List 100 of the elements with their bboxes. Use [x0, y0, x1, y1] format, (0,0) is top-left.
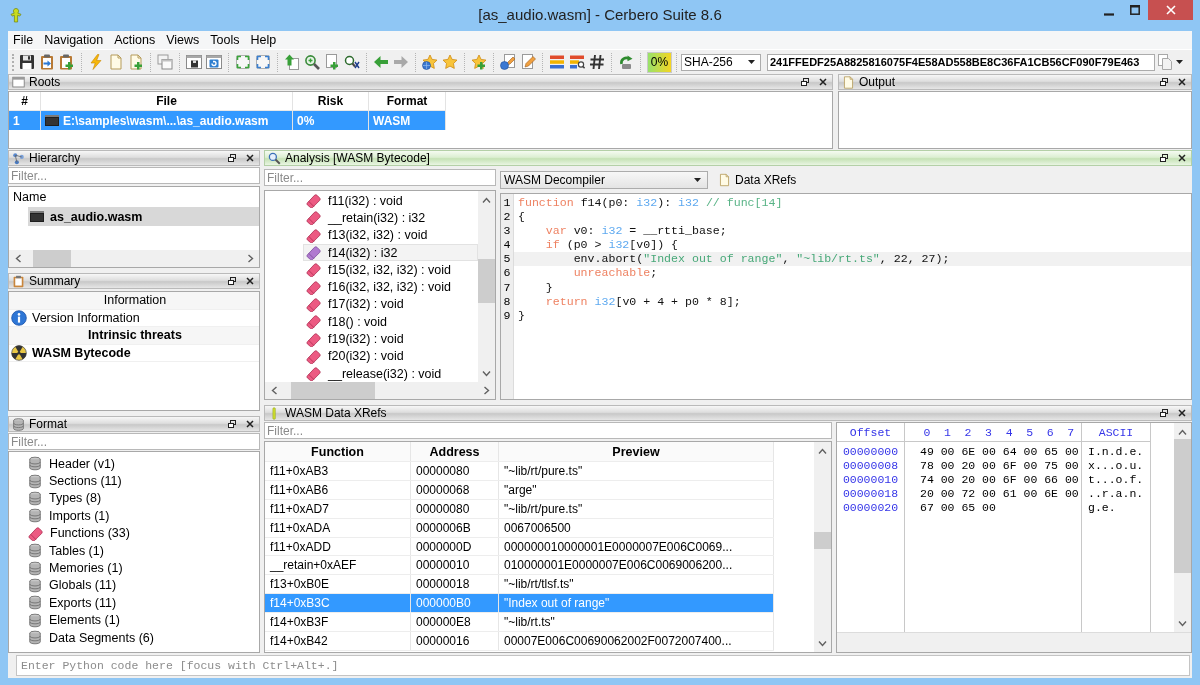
restore-icon[interactable]: [801, 78, 809, 86]
hash-field[interactable]: 241FFEDF25A8825816075F4E58AD558BE8C36FA1CB56CF090F79E463: [767, 53, 1155, 71]
summary-item[interactable]: WASM Bytecode: [9, 344, 259, 362]
list-item[interactable]: f15(i32, i32, i32) : void: [303, 261, 478, 279]
color-bars-icon[interactable]: [549, 54, 565, 70]
table-row[interactable]: f11+0xAD7 00000080 "~lib/rt/pure.ts": [265, 499, 774, 519]
table-row[interactable]: __retain+0xAEF 00000010 010000001E0000007E006C0069006200...: [265, 556, 774, 576]
chevron-down-icon[interactable]: [818, 641, 827, 647]
filter-field[interactable]: Filter...: [264, 169, 496, 186]
menu-item[interactable]: Actions: [109, 32, 161, 48]
chevron-up-icon[interactable]: [482, 197, 491, 203]
tree-item[interactable]: Exports (11): [9, 594, 259, 612]
list-item[interactable]: f20(i32) : void: [303, 347, 478, 365]
hash-algorithm-combo[interactable]: SHA-256: [681, 53, 761, 71]
close-icon[interactable]: [246, 420, 254, 428]
tree-item[interactable]: Imports (1): [9, 507, 259, 525]
page-arrow-icon[interactable]: [284, 54, 300, 70]
menu-item[interactable]: Navigation: [39, 32, 109, 48]
restore-icon[interactable]: [1160, 409, 1168, 417]
menu-item[interactable]: Views: [161, 32, 205, 48]
column-header[interactable]: Address: [411, 442, 499, 461]
scroll-thumb[interactable]: [814, 532, 831, 549]
scroll-thumb[interactable]: [478, 259, 495, 303]
table-row[interactable]: f11+0xADD 0000000D 000000010000001E0000007E006C0069...: [265, 537, 774, 557]
list-item[interactable]: f13(i32, i32) : void: [303, 226, 478, 244]
clipboard-plus-icon[interactable]: [59, 54, 75, 70]
column-header[interactable]: Name: [9, 187, 259, 207]
magnifier-icon[interactable]: [344, 54, 360, 70]
table-row[interactable]: f14+0xB42 00000016 00007E006C00690062002F0072007400...: [265, 632, 774, 651]
data-xrefs-button[interactable]: Data XRefs: [715, 171, 800, 189]
table-row[interactable]: f11+0xAB3 00000080 "~lib/rt/pure.ts": [265, 462, 774, 481]
list-item[interactable]: __retain(i32) : i32: [303, 209, 478, 227]
chevron-right-icon[interactable]: [248, 254, 254, 263]
chevron-down-icon[interactable]: [1178, 621, 1187, 627]
frame-icon[interactable]: [255, 54, 271, 70]
restore-icon[interactable]: [1160, 154, 1168, 162]
chevron-up-icon[interactable]: [1178, 429, 1187, 435]
star-globe-icon[interactable]: [422, 54, 438, 70]
document-plus-icon[interactable]: [128, 54, 144, 70]
close-icon[interactable]: [1178, 154, 1186, 162]
floppy-icon[interactable]: [19, 54, 35, 70]
list-item[interactable]: f14(i32) : i32: [303, 243, 478, 262]
close-icon[interactable]: [246, 277, 254, 285]
frame-icon[interactable]: [235, 54, 251, 70]
tree-item[interactable]: Elements (1): [9, 611, 259, 629]
list-item[interactable]: f17(i32) : void: [303, 295, 478, 314]
restore-icon[interactable]: [1160, 78, 1168, 86]
menu-item[interactable]: File: [8, 32, 39, 48]
list-item[interactable]: __release(i32) : void: [303, 364, 478, 383]
scroll-thumb[interactable]: [1174, 439, 1191, 573]
star-plus-icon[interactable]: [471, 54, 487, 70]
menu-item[interactable]: Help: [245, 32, 282, 48]
column-header[interactable]: #: [9, 92, 41, 111]
back-arrow-icon[interactable]: [373, 54, 389, 70]
close-icon[interactable]: [1178, 409, 1186, 417]
close-icon[interactable]: [246, 154, 254, 162]
tree-item[interactable]: Types (8): [9, 489, 259, 508]
tree-item[interactable]: Header (v1): [9, 455, 259, 473]
list-item[interactable]: f18() : void: [303, 313, 478, 331]
list-item[interactable]: f19(i32) : void: [303, 330, 478, 348]
scrollbar[interactable]: [478, 191, 495, 382]
scrollbar[interactable]: [1174, 423, 1191, 632]
filter-field[interactable]: Filter...: [264, 422, 832, 439]
column-header[interactable]: File: [41, 92, 293, 111]
chevron-down-icon[interactable]: [482, 371, 491, 377]
scroll-thumb[interactable]: [33, 250, 71, 267]
python-input-field[interactable]: Enter Python code here [focus with Ctrl+Alt+.]: [16, 655, 1190, 676]
window-floppy-icon[interactable]: [186, 54, 202, 70]
chevron-left-icon[interactable]: [271, 386, 277, 395]
list-item[interactable]: f16(i32, i32, i32) : void: [303, 278, 478, 296]
zoom-icon[interactable]: [304, 54, 320, 70]
close-icon[interactable]: [1178, 78, 1186, 86]
column-header[interactable]: Risk: [293, 92, 369, 111]
table-row[interactable]: f11+0xAB6 00000068 "arge": [265, 480, 774, 500]
scrollbar[interactable]: [265, 382, 495, 399]
chevron-right-icon[interactable]: [484, 386, 490, 395]
restore-icon[interactable]: [228, 420, 236, 428]
list-item[interactable]: f11(i32) : void: [303, 192, 478, 210]
pencil-icon[interactable]: [520, 54, 536, 70]
chevron-up-icon[interactable]: [818, 448, 827, 454]
column-header[interactable]: Format: [369, 92, 446, 111]
restore-icon[interactable]: [228, 154, 236, 162]
filter-field[interactable]: Filter...: [8, 167, 260, 184]
tree-item[interactable]: Sections (11): [9, 472, 259, 490]
tree-item[interactable]: Globals (11): [9, 576, 259, 595]
tree-item[interactable]: Functions (33): [9, 524, 259, 542]
column-header[interactable]: Preview: [499, 442, 774, 461]
curved-arrow-icon[interactable]: [618, 54, 634, 70]
tree-item[interactable]: Data Segments (6): [9, 628, 259, 647]
tree-item[interactable]: Tables (1): [9, 541, 259, 560]
star-icon[interactable]: [442, 54, 458, 70]
column-header[interactable]: Function: [265, 442, 411, 461]
window-refresh-icon[interactable]: [206, 54, 222, 70]
table-row[interactable]: f11+0xADA 0000006B 0067006500: [265, 518, 774, 538]
tree-item[interactable]: Memories (1): [9, 559, 259, 577]
close-icon[interactable]: [819, 78, 827, 86]
scrollbar[interactable]: [814, 442, 831, 652]
scrollbar[interactable]: [9, 250, 259, 267]
menu-item[interactable]: Tools: [205, 32, 245, 48]
tree-item[interactable]: as_audio.wasm: [28, 207, 259, 226]
